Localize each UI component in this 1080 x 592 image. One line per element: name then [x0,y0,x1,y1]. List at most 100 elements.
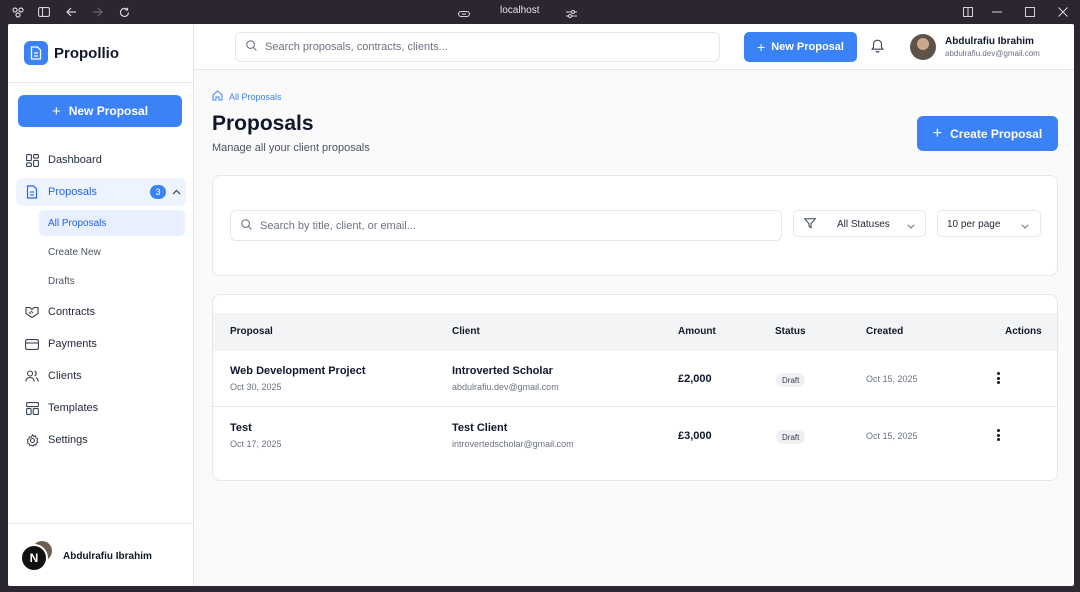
filter-icon [803,218,817,232]
breadcrumb[interactable]: All Proposals [212,90,282,103]
search-icon [241,217,252,235]
address-bar-url[interactable]: localhost [500,5,539,16]
gear-icon [25,433,39,447]
topbar-new-proposal-button[interactable]: + New Proposal [744,32,857,62]
sidebar-item-dashboard[interactable]: Dashboard [16,146,186,174]
proposal-date: Oct 30, 2025 [230,382,282,392]
chevron-down-icon [1021,221,1029,232]
reload-icon[interactable] [117,5,131,19]
client-email: introvertedscholar@gmail.com [452,439,574,449]
breadcrumb-current[interactable]: All Proposals [229,92,282,102]
table-header: Proposal Client Amount Status Created Ac… [213,313,1057,351]
chevron-up-icon[interactable] [172,186,181,198]
global-search[interactable] [235,32,720,62]
plus-icon: + [757,39,766,55]
search-icon [246,38,257,56]
users-icon [25,369,39,383]
column-header-proposal: Proposal [230,326,273,337]
back-arrow-icon[interactable] [64,5,78,19]
avatar: N [20,540,54,572]
app-logo-icon [11,5,25,19]
proposal-title[interactable]: Web Development Project [230,365,366,377]
created-date: Oct 15, 2025 [866,431,918,441]
templates-icon [25,401,39,415]
column-header-status: Status [775,326,806,337]
table-row[interactable]: Web Development Project Oct 30, 2025 Int… [213,351,1057,407]
filters-card: All Statuses 10 per page [212,175,1058,276]
brand[interactable]: Propollio [24,41,119,65]
proposal-amount: £3,000 [678,430,712,442]
close-window-icon[interactable] [1056,5,1070,19]
plus-icon: + [932,124,943,142]
browser-titlebar: localhost [0,0,1080,24]
plus-icon: + [51,102,61,120]
global-search-input[interactable] [265,41,719,53]
sidebar-item-label: Contracts [48,306,96,318]
sidebar-subitem-label: All Proposals [48,217,107,229]
chevron-down-icon [907,221,915,232]
column-header-created: Created [866,326,904,337]
client-name: Test Client [452,422,508,434]
per-page-select[interactable]: 10 per page [937,210,1041,237]
framework-badge: N [20,544,48,572]
home-icon [212,90,223,103]
brand-name: Propollio [54,44,119,62]
bell-icon[interactable] [871,39,884,58]
sidebar-item-label: Settings [48,434,88,446]
sidebar-item-settings[interactable]: Settings [16,426,186,454]
divider [8,523,194,524]
more-actions-icon[interactable] [993,427,1003,443]
column-header-amount: Amount [678,326,716,337]
sidebar-item-label: Clients [48,370,82,382]
sidebar-item-proposals[interactable]: Proposals 3 [16,178,186,206]
sidebar-subitem-drafts[interactable]: Drafts [39,268,185,294]
column-header-client: Client [452,326,480,337]
proposal-title[interactable]: Test [230,422,252,434]
create-proposal-button[interactable]: + Create Proposal [917,116,1058,151]
created-date: Oct 15, 2025 [866,374,918,384]
sidebar-subitem-create-new[interactable]: Create New [39,239,185,265]
sidebar-subitem-label: Drafts [48,275,75,287]
create-proposal-label: Create Proposal [950,126,1043,141]
sidebar-item-contracts[interactable]: Contracts [16,298,186,326]
sidebar-item-label: Proposals [48,186,97,198]
topbar: + New Proposal Abdulrafiu Ibrahim abdulr… [194,24,1074,70]
proposal-search-input[interactable] [260,219,781,232]
status-filter-value: All Statuses [837,219,890,230]
site-info-icon[interactable] [458,6,470,24]
topbar-user[interactable]: Abdulrafiu Ibrahim abdulrafiu.dev@gmail.… [910,34,1040,60]
status-badge: Draft [776,430,806,444]
proposal-date: Oct 17, 2025 [230,439,282,449]
sidebar-subitem-label: Create New [48,246,101,258]
column-header-actions: Actions [1005,326,1042,337]
brand-document-icon [24,41,48,65]
page-title: Proposals [212,112,314,135]
site-settings-icon[interactable] [566,6,577,24]
topbar-user-name: Abdulrafiu Ibrahim [945,36,1034,47]
split-view-icon[interactable] [961,5,975,19]
topbar-new-proposal-label: New Proposal [771,41,844,53]
forward-arrow-icon[interactable] [90,5,104,19]
maximize-icon[interactable] [1023,5,1037,19]
sidebar-user[interactable]: N Abdulrafiu Ibrahim [20,540,152,572]
table-row[interactable]: Test Oct 17, 2025 Test Client introverte… [213,408,1057,464]
proposal-search[interactable] [230,210,782,241]
status-badge: Draft [776,373,806,387]
sidebar-item-label: Payments [48,338,97,350]
sidebar-new-proposal-label: New Proposal [68,104,149,118]
sidebar-subitem-all-proposals[interactable]: All Proposals [39,210,185,236]
more-actions-icon[interactable] [993,370,1003,386]
sidebar-item-templates[interactable]: Templates [16,394,186,422]
minimize-icon[interactable] [990,5,1004,19]
sidebar-toggle-icon[interactable] [37,5,51,19]
handshake-icon [25,305,39,319]
status-filter-select[interactable]: All Statuses [793,210,926,237]
sidebar-item-payments[interactable]: Payments [16,330,186,358]
sidebar-item-label: Dashboard [48,154,102,166]
sidebar-new-proposal-button[interactable]: + New Proposal [18,95,182,127]
page-subtitle: Manage all your client proposals [212,142,370,154]
app-window: Propollio + New Proposal Dashboard Propo… [8,24,1074,586]
divider [8,82,194,83]
sidebar-item-clients[interactable]: Clients [16,362,186,390]
dashboard-icon [25,153,39,167]
